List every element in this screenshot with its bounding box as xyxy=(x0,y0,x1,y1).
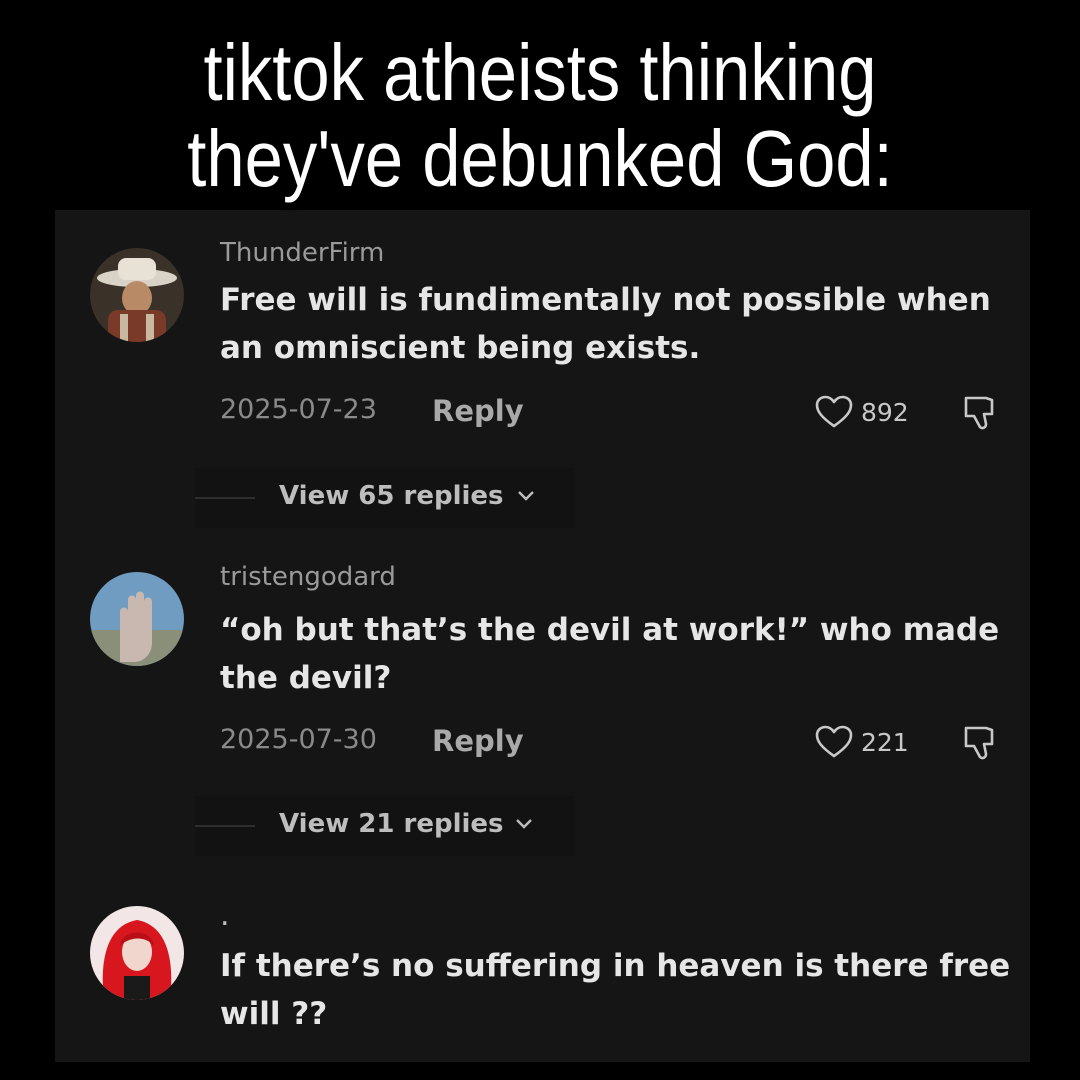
caption-line-2: they've debunked God: xyxy=(187,114,893,203)
comment-text: Free will is fundimentally not possible … xyxy=(220,282,991,366)
comment-username[interactable]: . xyxy=(220,898,230,933)
dislike-button[interactable] xyxy=(962,394,998,437)
chevron-down-icon xyxy=(516,819,532,829)
hand-avatar[interactable] xyxy=(90,572,184,666)
comment-text: If there’s no suffering in heaven is the… xyxy=(220,948,1011,1032)
comment-username[interactable]: tristengodard xyxy=(220,562,396,592)
comment-username[interactable]: ThunderFirm xyxy=(220,238,384,268)
thumbs-down-icon xyxy=(964,396,994,430)
like-count: 892 xyxy=(861,397,909,427)
view-replies-button[interactable]: View 21 replies xyxy=(195,796,575,856)
thumbs-down-icon xyxy=(964,726,994,760)
reply-button[interactable]: Reply xyxy=(432,394,524,428)
like-count: 221 xyxy=(861,727,909,757)
comment-meta: 2025-07-30 Reply 221 xyxy=(220,724,1020,764)
cowboy-hat-avatar[interactable] xyxy=(90,248,184,342)
view-replies-button[interactable]: View 65 replies xyxy=(195,468,575,528)
chevron-down-icon xyxy=(518,491,534,501)
view-replies-label: View 65 replies xyxy=(279,481,504,511)
like-button[interactable]: 221 xyxy=(815,722,909,762)
divider-line xyxy=(195,825,255,827)
comment-date: 2025-07-23 xyxy=(220,394,377,425)
red-hair-avatar[interactable] xyxy=(90,906,184,1000)
heart-icon xyxy=(815,725,853,758)
divider-line xyxy=(195,497,255,499)
reply-button[interactable]: Reply xyxy=(432,724,524,758)
caption-line-1: tiktok atheists thinking xyxy=(203,28,877,117)
comment-date: 2025-07-30 xyxy=(220,724,377,755)
heart-icon xyxy=(815,395,853,428)
like-button[interactable]: 892 xyxy=(815,392,909,432)
meme-caption: tiktok atheists thinking they've debunke… xyxy=(76,30,1005,202)
comment-text: “oh but that’s the devil at work!” who m… xyxy=(220,612,1000,696)
view-replies-label: View 21 replies xyxy=(279,809,504,839)
comments-panel: ThunderFirm Free will is fundimentally n… xyxy=(55,210,1030,1062)
comment-meta: 2025-07-23 Reply 892 xyxy=(220,394,1020,434)
dislike-button[interactable] xyxy=(962,724,998,767)
